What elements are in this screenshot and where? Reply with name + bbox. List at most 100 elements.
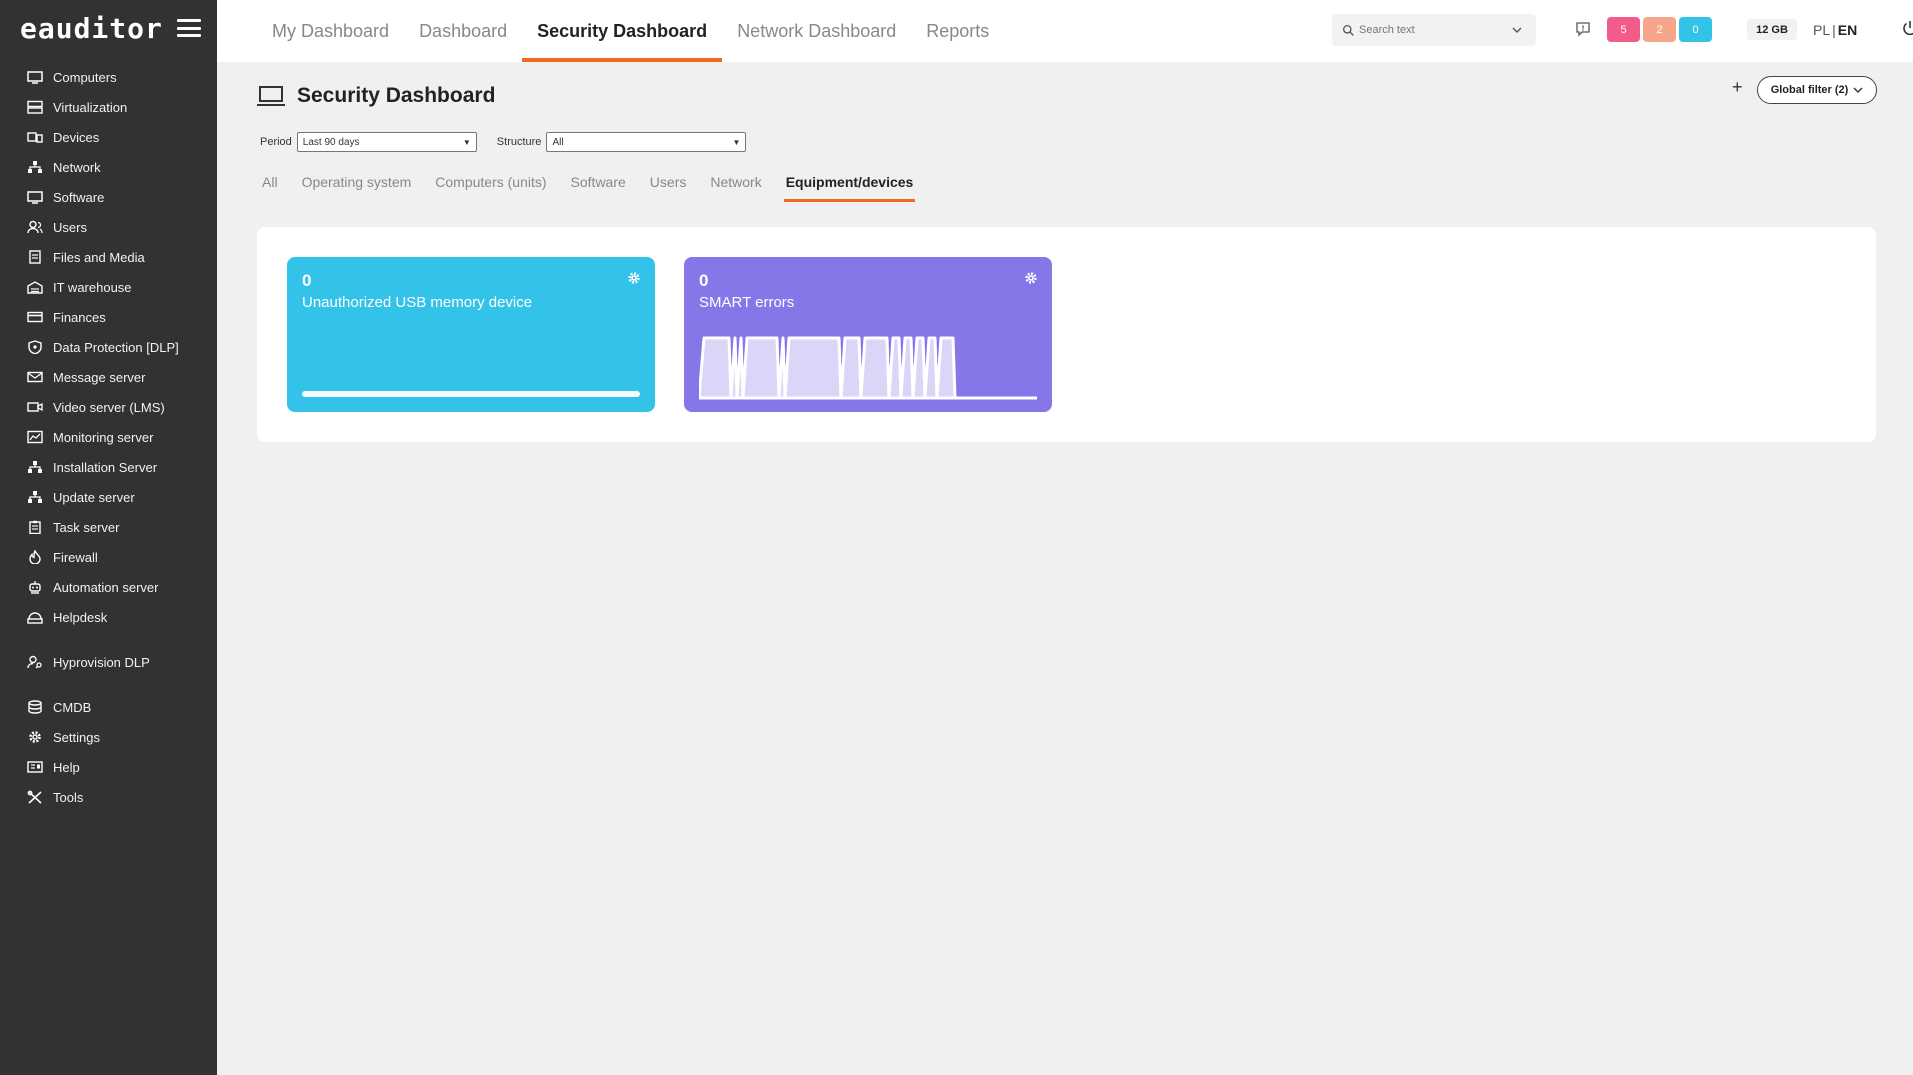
lang-pl[interactable]: PL — [1813, 22, 1830, 38]
sidebar-item-users[interactable]: Users — [0, 212, 217, 242]
sidebar-item-label: Firewall — [53, 549, 98, 565]
sidebar-item-tools[interactable]: Tools — [0, 782, 217, 812]
video-icon — [26, 400, 44, 414]
tab-security-dashboard[interactable]: Security Dashboard — [522, 0, 723, 62]
user-key-icon — [26, 655, 44, 669]
server-icon — [26, 100, 44, 114]
lang-en[interactable]: EN — [1838, 22, 1857, 38]
message-icon[interactable] — [1575, 21, 1591, 37]
sidebar-item-computers[interactable]: Computers — [0, 62, 217, 92]
laptop-icon — [257, 86, 285, 106]
top-tabs: My Dashboard Dashboard Security Dashboar… — [217, 0, 1004, 62]
sidebar-item-label: Message server — [53, 369, 146, 385]
sidebar-item-label: Tools — [53, 789, 84, 805]
sidebar-item-label: Devices — [53, 129, 100, 145]
sidebar-item-label: Task server — [53, 519, 120, 535]
category-tabs: All Operating system Computers (units) S… — [260, 172, 935, 202]
tab-reports[interactable]: Reports — [911, 0, 1004, 62]
chevron-down-icon[interactable] — [1512, 25, 1522, 35]
monitor-icon — [26, 70, 44, 84]
alert-badge-critical[interactable]: 5 — [1607, 17, 1640, 42]
chevron-down-icon — [1853, 87, 1863, 93]
file-icon — [26, 250, 44, 264]
network-icon — [26, 490, 44, 504]
monitor-icon — [26, 190, 44, 204]
subtab-software[interactable]: Software — [569, 172, 628, 202]
card-icon — [26, 310, 44, 324]
sidebar-item-cmdb[interactable]: CMDB — [0, 692, 217, 722]
mail-icon — [26, 370, 44, 384]
app-logo[interactable]: eauditor — [20, 12, 163, 45]
sidebar-item-helpdesk[interactable]: Helpdesk — [0, 602, 217, 632]
sidebar-item-devices[interactable]: Devices — [0, 122, 217, 152]
smart-errors-sparkline — [699, 336, 1037, 400]
tab-my-dashboard[interactable]: My Dashboard — [257, 0, 404, 62]
sidebar-item-installation-server[interactable]: Installation Server — [0, 452, 217, 482]
sidebar-item-hyprovision-dlp[interactable]: Hyprovision DLP — [0, 647, 217, 677]
sidebar-item-video-server-lms[interactable]: Video server (LMS) — [0, 392, 217, 422]
sidebar-item-task-server[interactable]: Task server — [0, 512, 217, 542]
database-icon — [26, 700, 44, 714]
users-icon — [26, 220, 44, 234]
sidebar-item-firewall[interactable]: Firewall — [0, 542, 217, 572]
subtab-computers[interactable]: Computers (units) — [433, 172, 548, 202]
period-select[interactable]: Last 90 days ▼ — [296, 132, 477, 152]
sidebar-item-monitoring-server[interactable]: Monitoring server — [0, 422, 217, 452]
sidebar-item-label: Finances — [53, 309, 106, 325]
sidebar-item-label: Video server (LMS) — [53, 399, 165, 415]
structure-select[interactable]: All ▼ — [546, 132, 747, 152]
sidebar-item-it-warehouse[interactable]: IT warehouse — [0, 272, 217, 302]
sidebar-item-message-server[interactable]: Message server — [0, 362, 217, 392]
helpdesk-icon — [26, 610, 44, 624]
widget-label: SMART errors — [699, 294, 795, 311]
tab-network-dashboard[interactable]: Network Dashboard — [722, 0, 911, 62]
sidebar-item-label: Update server — [53, 489, 135, 505]
sparkline-area — [699, 336, 1037, 400]
subtab-operating-system[interactable]: Operating system — [300, 172, 414, 202]
sidebar-item-label: Files and Media — [53, 249, 145, 265]
add-filter-icon[interactable]: + — [1732, 77, 1743, 98]
sidebar-item-automation-server[interactable]: Automation server — [0, 572, 217, 602]
search-box[interactable] — [1332, 14, 1536, 46]
gear-icon[interactable] — [1024, 271, 1038, 285]
sidebar-item-update-server[interactable]: Update server — [0, 482, 217, 512]
sidebar-item-data-protection-dlp[interactable]: Data Protection [DLP] — [0, 332, 217, 362]
page-title: Security Dashboard — [297, 84, 496, 107]
subtab-network[interactable]: Network — [708, 172, 763, 202]
sidebar-item-network[interactable]: Network — [0, 152, 217, 182]
widget-smart-errors[interactable]: 0 SMART errors — [684, 257, 1052, 412]
sidebar-item-files-and-media[interactable]: Files and Media — [0, 242, 217, 272]
sidebar-item-finances[interactable]: Finances — [0, 302, 217, 332]
tab-dashboard[interactable]: Dashboard — [404, 0, 522, 62]
sidebar-item-software[interactable]: Software — [0, 182, 217, 212]
devices-icon — [26, 130, 44, 144]
widget-usb-devices[interactable]: 0 Unauthorized USB memory device — [287, 257, 655, 412]
alert-badge-warning[interactable]: 2 — [1643, 17, 1676, 42]
search-input[interactable] — [1359, 24, 1512, 36]
widget-count: 0 — [699, 271, 709, 290]
period-label: Period — [260, 136, 292, 148]
sidebar-item-label: Automation server — [53, 579, 159, 595]
subtab-users[interactable]: Users — [648, 172, 689, 202]
gear-icon[interactable] — [627, 271, 641, 285]
alert-badge-info[interactable]: 0 — [1679, 17, 1712, 42]
subtab-equipment-devices[interactable]: Equipment/devices — [783, 172, 916, 202]
search-icon — [1342, 24, 1354, 36]
menu-toggle-icon[interactable] — [177, 19, 201, 37]
global-filter-button[interactable]: Global filter (2) — [1757, 76, 1877, 104]
filter-row: Period Last 90 days ▼ Structure All ▼ — [260, 132, 747, 152]
power-icon[interactable] — [1901, 19, 1913, 37]
sidebar-item-help[interactable]: Help — [0, 752, 217, 782]
sidebar-item-label: Settings — [53, 729, 100, 745]
subtab-all[interactable]: All — [260, 172, 280, 202]
language-switch: PL | EN — [1813, 19, 1857, 40]
sidebar-item-label: Installation Server — [53, 459, 158, 475]
robot-icon — [26, 580, 44, 594]
usb-trend-line — [302, 391, 640, 397]
sidebar-item-settings[interactable]: Settings — [0, 722, 217, 752]
shield-icon — [26, 340, 44, 354]
sidebar-item-virtualization[interactable]: Virtualization — [0, 92, 217, 122]
sidebar-item-label: Computers — [53, 69, 117, 85]
storage-indicator: 12 GB — [1747, 19, 1797, 40]
